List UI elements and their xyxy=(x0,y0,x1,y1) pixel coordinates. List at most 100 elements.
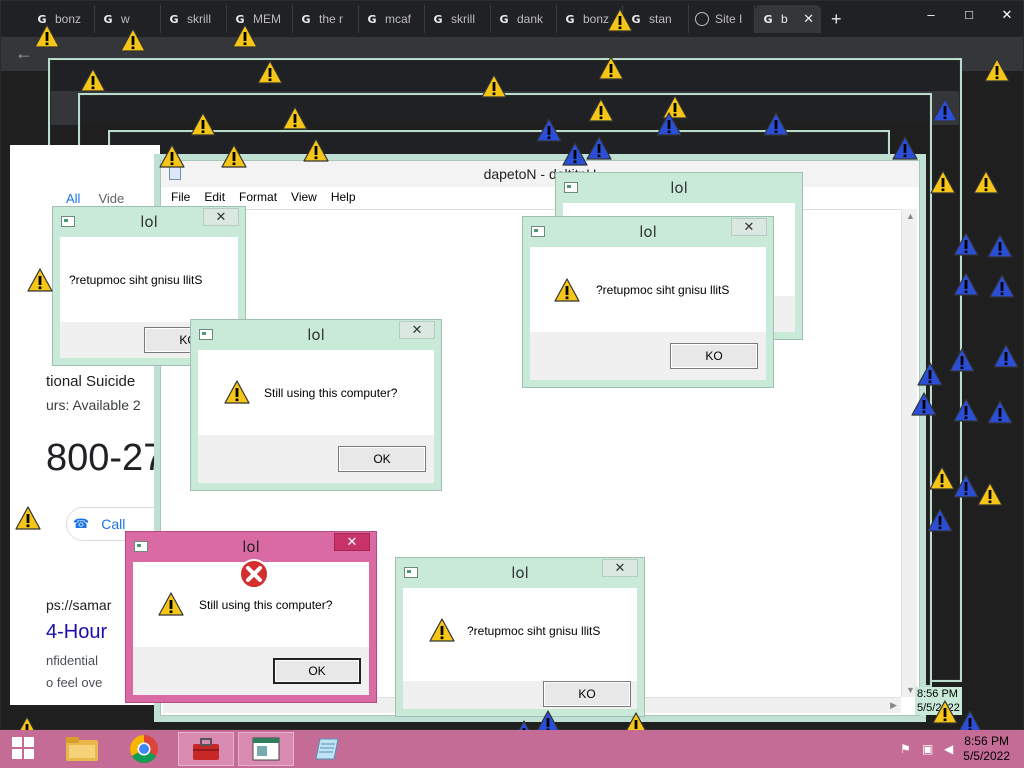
warning-icon xyxy=(282,106,308,130)
warning-icon xyxy=(586,136,612,160)
tab-all[interactable]: All xyxy=(66,191,80,206)
network-icon[interactable]: ▣ xyxy=(922,742,933,756)
warning-icon xyxy=(930,170,956,194)
scroll-right-icon[interactable]: ▶ xyxy=(890,700,897,711)
volume-icon[interactable]: ◀ xyxy=(944,742,953,756)
menu-format[interactable]: Format xyxy=(239,190,277,204)
dialog-close-button[interactable]: ✕ xyxy=(731,218,767,236)
notepad-app-icon xyxy=(315,738,339,760)
flag-icon[interactable]: ⚑ xyxy=(900,742,911,756)
warning-icon xyxy=(989,274,1015,298)
google-icon: G xyxy=(565,12,575,26)
warning-icon xyxy=(257,60,283,84)
google-icon: G xyxy=(169,12,179,26)
dialog-ko-button[interactable]: KO xyxy=(670,343,758,369)
dialog-close-button[interactable]: ✕ xyxy=(334,533,370,551)
message-dialog: lol ✕ Still using this computer? OK xyxy=(190,319,442,491)
menu-view[interactable]: View xyxy=(291,190,317,204)
window-controls: – □ ✕ xyxy=(923,7,1015,23)
result-heading: tional Suicide xyxy=(46,373,136,390)
close-tab-icon[interactable]: ✕ xyxy=(803,11,814,27)
warning-icon xyxy=(917,362,943,386)
warning-icon xyxy=(763,112,789,136)
warning-icon xyxy=(159,144,185,168)
globe-icon xyxy=(695,12,709,26)
warning-icon xyxy=(932,98,958,122)
dialog-footer: KO xyxy=(530,332,766,380)
warning-icon xyxy=(481,74,507,98)
warning-icon xyxy=(429,618,455,642)
tab-videos[interactable]: Vide xyxy=(98,191,124,206)
browser-tab[interactable]: Site I xyxy=(689,5,755,33)
browser-tab-active[interactable]: Gb ✕ xyxy=(755,5,821,33)
warning-icon xyxy=(949,348,975,372)
hours-text: urs: Available 2 xyxy=(46,397,141,413)
dialog-footer: OK xyxy=(198,435,434,483)
dialog-title: lol xyxy=(670,179,688,197)
menu-help[interactable]: Help xyxy=(331,190,356,204)
warning-icon xyxy=(232,24,258,48)
menu-file[interactable]: File xyxy=(171,190,190,204)
taskbar-clock[interactable]: 8:56 PM 5/5/2022 xyxy=(963,734,1010,764)
warning-icon xyxy=(598,56,624,80)
dialog-footer: KO xyxy=(403,681,637,709)
scroll-up-icon[interactable]: ▲ xyxy=(906,211,915,221)
back-arrow-icon[interactable]: ← xyxy=(15,43,33,64)
dialog-ko-button[interactable]: KO xyxy=(543,681,631,707)
menu-edit[interactable]: Edit xyxy=(204,190,225,204)
result-snippet: o feel ove xyxy=(46,675,103,690)
clock-time: 8:56 PM xyxy=(964,734,1009,748)
chrome-icon xyxy=(130,735,158,763)
warning-icon xyxy=(221,144,247,168)
warning-icon xyxy=(158,592,184,616)
notepad-taskbar-button[interactable] xyxy=(300,732,356,766)
dialog-close-button[interactable]: ✕ xyxy=(203,208,239,226)
maximize-button[interactable]: □ xyxy=(961,7,977,23)
chrome-taskbar-button[interactable] xyxy=(116,732,172,766)
new-tab-button[interactable]: + xyxy=(821,9,852,30)
toolbox-taskbar-button[interactable] xyxy=(178,732,234,766)
browser-tab[interactable]: Gdank xyxy=(491,5,557,33)
dialog-message: Still using this computer? xyxy=(199,598,333,612)
warning-icon xyxy=(953,398,979,422)
result-url[interactable]: ps://samar xyxy=(46,597,111,613)
scroll-down-icon[interactable]: ▼ xyxy=(906,685,915,695)
warning-icon xyxy=(536,118,562,142)
warning-icon xyxy=(656,112,682,136)
warning-icon xyxy=(120,28,146,52)
search-tabs: All Vide xyxy=(66,191,124,206)
close-button[interactable]: ✕ xyxy=(999,7,1015,23)
file-explorer-taskbar-button[interactable] xyxy=(54,732,110,766)
result-title-link[interactable]: 4-Hour xyxy=(46,621,107,644)
google-icon: G xyxy=(103,12,113,26)
browser-tab[interactable]: Gskrill xyxy=(425,5,491,33)
dialog-message: ?retupmoc siht gnisu llitS xyxy=(596,283,730,297)
warning-icon xyxy=(993,344,1019,368)
google-icon: G xyxy=(367,12,377,26)
dialog-close-button[interactable]: ✕ xyxy=(602,559,638,577)
warning-icon xyxy=(984,58,1010,82)
vertical-scrollbar[interactable]: ▲ ▼ xyxy=(901,209,917,697)
warning-icon xyxy=(554,278,580,302)
warning-icon xyxy=(932,700,958,724)
dialog-ok-button[interactable]: OK xyxy=(273,658,361,684)
clock-date: 5/5/2022 xyxy=(963,749,1010,763)
warning-icon xyxy=(953,232,979,256)
minimize-button[interactable]: – xyxy=(923,7,939,23)
browser-tab[interactable]: Gskrill xyxy=(161,5,227,33)
dialog-close-button[interactable]: ✕ xyxy=(399,321,435,339)
dialog-ok-button[interactable]: OK xyxy=(338,446,426,472)
folder-icon xyxy=(66,737,98,761)
warning-icon xyxy=(15,506,41,530)
warning-icon xyxy=(224,380,250,404)
warning-icon xyxy=(987,234,1013,258)
warning-icon xyxy=(607,8,633,32)
dialog-message: ?retupmoc siht gnisu llitS xyxy=(467,624,601,638)
browser-tab[interactable]: Gmcaf xyxy=(359,5,425,33)
browser-tab[interactable]: Gthe r xyxy=(293,5,359,33)
warning-icon xyxy=(953,272,979,296)
message-dialog-focused: lol ✕ Still using this computer? OK xyxy=(125,531,377,703)
start-button[interactable] xyxy=(12,737,36,761)
dialog-taskbar-button[interactable] xyxy=(238,732,294,766)
warning-icon xyxy=(190,112,216,136)
